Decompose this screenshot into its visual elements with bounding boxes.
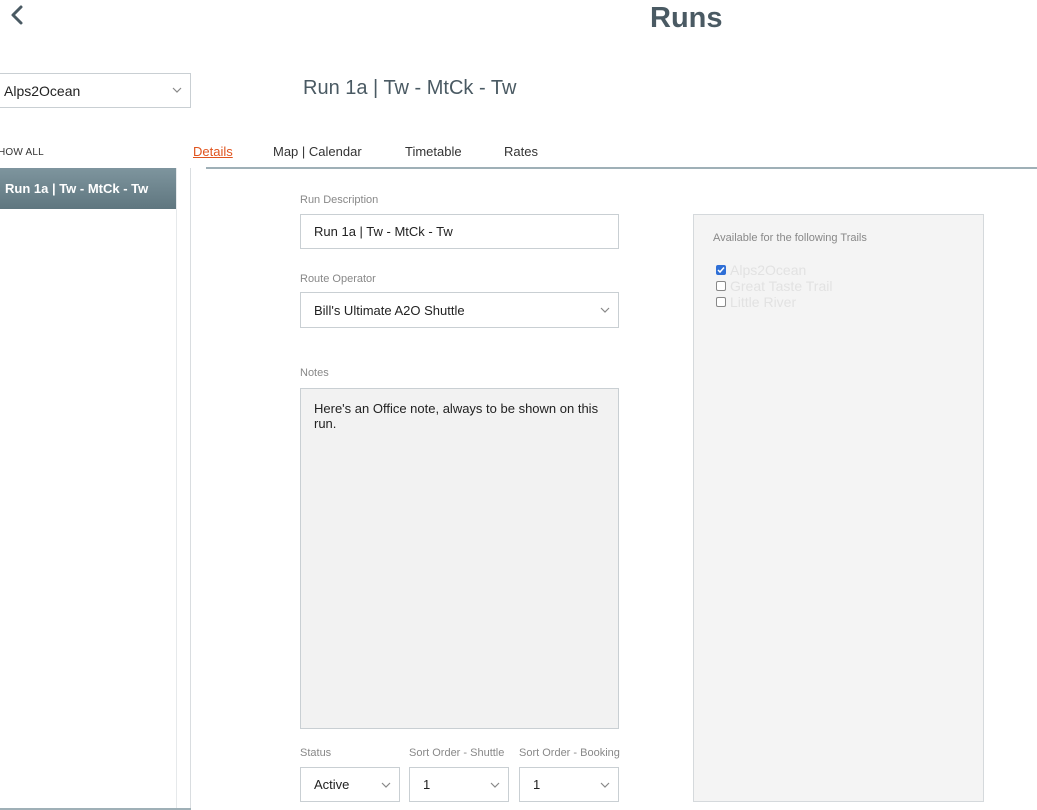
available-trails-panel: Available for the following Trails Alps2… — [693, 214, 984, 802]
tab-map-calendar[interactable]: Map | Calendar — [273, 144, 362, 159]
route-operator-label: Route Operator — [300, 273, 376, 285]
chevron-down-icon — [381, 782, 391, 788]
chevron-down-icon — [600, 782, 610, 788]
sort-booking-select[interactable]: 1 — [519, 767, 619, 802]
available-trails-title: Available for the following Trails — [713, 232, 867, 244]
trail-option-label: Little River — [730, 294, 797, 310]
notes-label: Notes — [300, 367, 329, 379]
status-value: Active — [314, 777, 350, 792]
trail-filter-value: Alps2Ocean — [4, 82, 81, 99]
run-description-value: Run 1a | Tw - MtCk - Tw — [314, 224, 453, 239]
tab-rates[interactable]: Rates — [504, 144, 538, 159]
sort-booking-value: 1 — [533, 777, 541, 792]
show-all-link[interactable]: HOW ALL — [0, 147, 44, 158]
trail-option-alps2ocean[interactable]: Alps2Ocean — [716, 262, 806, 278]
sidebar-divider — [176, 168, 177, 810]
checkmark-icon — [717, 267, 725, 274]
sidebar-item-run[interactable]: Run 1a | Tw - MtCk - Tw — [0, 168, 176, 209]
trail-checkbox[interactable] — [716, 281, 726, 291]
page-title: Runs — [650, 2, 723, 34]
route-operator-value: Bill's Ultimate A2O Shuttle — [314, 302, 465, 318]
back-button[interactable] — [6, 2, 28, 28]
sort-shuttle-select[interactable]: 1 — [409, 767, 509, 802]
trail-option-label: Great Taste Trail — [730, 278, 833, 294]
notes-textarea[interactable]: Here's an Office note, always to be show… — [300, 388, 619, 729]
trail-checkbox[interactable] — [716, 297, 726, 307]
run-description-label: Run Description — [300, 194, 379, 206]
chevron-down-icon — [600, 307, 610, 313]
trail-checkbox[interactable] — [716, 265, 726, 275]
sort-booking-label: Sort Order - Booking — [519, 747, 620, 759]
trail-option-label: Alps2Ocean — [730, 262, 807, 278]
run-heading: Run 1a | Tw - MtCk - Tw — [303, 77, 517, 99]
trail-option-little-river[interactable]: Little River — [716, 294, 796, 310]
sort-shuttle-value: 1 — [423, 777, 431, 792]
tab-timetable[interactable]: Timetable — [405, 144, 462, 159]
status-select[interactable]: Active — [300, 767, 400, 802]
tab-bar-underline — [206, 167, 1037, 169]
chevron-down-icon — [172, 87, 182, 93]
sidebar-item-label: Run 1a | Tw - MtCk - Tw — [5, 181, 149, 196]
trail-filter-select[interactable]: Alps2Ocean — [0, 73, 191, 108]
tab-details[interactable]: Details — [193, 144, 233, 159]
run-description-input[interactable]: Run 1a | Tw - MtCk - Tw — [300, 214, 619, 249]
status-label: Status — [300, 747, 332, 759]
chevron-left-icon — [11, 5, 23, 25]
run-list-sidebar: Run 1a | Tw - MtCk - Tw — [0, 168, 191, 810]
route-operator-select[interactable]: Bill's Ultimate A2O Shuttle — [300, 292, 619, 328]
trail-option-great-taste-trail[interactable]: Great Taste Trail — [716, 278, 832, 294]
sort-shuttle-label: Sort Order - Shuttle — [409, 747, 505, 759]
chevron-down-icon — [490, 782, 500, 788]
